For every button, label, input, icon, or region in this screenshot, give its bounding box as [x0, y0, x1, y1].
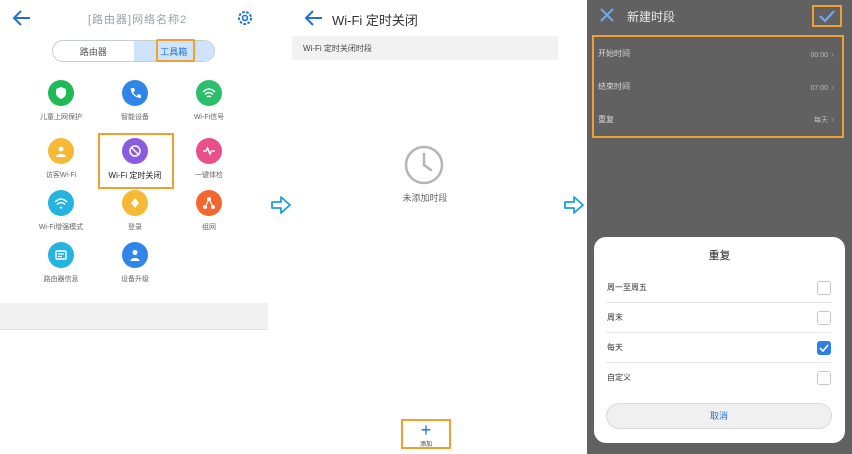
checkbox-checked[interactable]: [817, 340, 831, 355]
tool-label: Wi-Fi 定时关闭: [108, 171, 162, 180]
tool-label: 一键体检: [195, 172, 223, 179]
shield-icon: [48, 80, 74, 106]
chevron-right-icon: ›: [831, 48, 834, 59]
repeat-option[interactable]: 每天: [594, 333, 845, 362]
tool-label: 登录: [128, 224, 142, 231]
tool-label: 组网: [202, 224, 216, 231]
tool-item[interactable]: 组网: [174, 190, 244, 232]
tool-label: Wi-Fi信号: [193, 114, 225, 121]
plus-icon: +: [420, 420, 432, 440]
repeat-option[interactable]: 自定义: [594, 363, 845, 392]
checkbox[interactable]: [817, 280, 831, 295]
row-value: 00:00: [810, 51, 828, 59]
clock-icon: [404, 145, 444, 185]
back-arrow-icon[interactable]: [304, 9, 324, 27]
sheet-title: 重复: [708, 250, 731, 262]
empty-state-text: 未添加时段: [402, 193, 448, 203]
tool-item[interactable]: 智能设备: [100, 80, 170, 122]
guest-icon: [48, 138, 74, 164]
tool-item[interactable]: 儿童上网保护: [26, 80, 96, 122]
start-time-row[interactable]: 开始时间 00:00 ›: [594, 37, 842, 70]
new-period-screen: 新建时段 开始时间 00:00 › 结束时间 07:00 › 重复 每天 › 重复 周…: [587, 0, 852, 454]
option-label: 周一至周五: [607, 283, 647, 292]
flow-arrow-icon: [564, 196, 584, 214]
tool-item[interactable]: 设备升级: [100, 242, 170, 284]
tool-label: 智能设备: [121, 114, 149, 121]
row-label: 重复: [598, 115, 614, 124]
repeat-sheet: 重复 周一至周五 周末 每天 自定义 取消: [594, 237, 845, 443]
add-period-button[interactable]: + 添加: [401, 419, 451, 449]
wifi-timer-screen: Wi-Fi 定时关闭 Wi-Fi 定时关闭时段 未添加时段 + 添加: [292, 0, 558, 454]
tool-item[interactable]: 路由器信息: [26, 242, 96, 284]
tab-router[interactable]: 路由器: [53, 41, 134, 61]
repeat-option[interactable]: 周末: [594, 303, 845, 332]
tool-label: 访客Wi-Fi: [45, 172, 77, 179]
tool-label: 设备升级: [121, 276, 149, 283]
repeat-row[interactable]: 重复 每天 ›: [594, 103, 842, 136]
checkbox[interactable]: [817, 310, 831, 325]
cancel-button[interactable]: 取消: [606, 403, 832, 429]
tool-item[interactable]: 一键体检: [174, 138, 244, 180]
chevron-right-icon: ›: [831, 114, 834, 124]
option-label: 每天: [607, 343, 623, 352]
option-label: 自定义: [607, 373, 631, 382]
check-icon: [819, 343, 829, 352]
tool-item[interactable]: 访客Wi-Fi: [26, 138, 96, 180]
network-icon: [196, 190, 222, 216]
row-label: 开始时间: [598, 49, 630, 58]
tool-item[interactable]: Wi-Fi 定时关闭: [100, 138, 170, 181]
flow-arrow-icon: [271, 196, 291, 214]
page-title: 新建时段: [627, 10, 676, 24]
tool-item[interactable]: Wi-Fi增强模式: [26, 190, 96, 232]
check-icon: [819, 10, 835, 23]
heartbeat-icon: [196, 138, 222, 164]
row-label: 结束时间: [598, 82, 630, 91]
wifi-timer-icon: [122, 138, 148, 164]
tool-label: 儿童上网保护: [40, 114, 82, 121]
option-label: 周末: [607, 313, 623, 322]
wifi-icon: [196, 80, 222, 106]
end-time-row[interactable]: 结束时间 07:00 ›: [594, 70, 842, 103]
toolbox-screen: [路由器]网络名称2 路由器 工具箱 儿童上网保护 智能设备 Wi-Fi信号 Wi-F…: [0, 0, 268, 454]
back-arrow-icon[interactable]: [12, 9, 32, 27]
repeat-option[interactable]: 周一至周五: [594, 273, 845, 302]
checkbox[interactable]: [817, 370, 831, 385]
add-label: 添加: [419, 442, 432, 448]
period-form: 开始时间 00:00 › 结束时间 07:00 › 重复 每天 ›: [592, 35, 844, 138]
tool-label: Wi-Fi增强模式: [38, 224, 84, 231]
top-bar: [路由器]网络名称2: [0, 0, 268, 36]
mode-segment: 路由器 工具箱: [52, 40, 215, 62]
phone-icon: [122, 80, 148, 106]
upgrade-icon: [122, 242, 148, 268]
section-header: Wi-Fi 定时关闭时段: [292, 36, 558, 60]
bottom-strip: [0, 303, 268, 329]
tool-label: 路由器信息: [43, 276, 79, 283]
login-icon: [122, 190, 148, 216]
router-info-icon: [48, 242, 74, 268]
confirm-button[interactable]: [812, 5, 842, 27]
gear-icon[interactable]: [236, 9, 254, 27]
page-title: [路由器]网络名称2: [88, 14, 188, 26]
tool-item[interactable]: Wi-Fi信号: [174, 80, 244, 122]
chevron-right-icon: ›: [831, 81, 834, 92]
tab-toolbox[interactable]: 工具箱: [133, 41, 214, 61]
close-icon[interactable]: [599, 7, 615, 23]
row-value: 每天: [814, 117, 828, 124]
divider: [0, 329, 268, 330]
page-title: Wi-Fi 定时关闭: [332, 13, 418, 28]
tool-item[interactable]: 登录: [100, 190, 170, 232]
row-value: 07:00: [810, 84, 828, 92]
wifi-boost-icon: [48, 190, 74, 216]
